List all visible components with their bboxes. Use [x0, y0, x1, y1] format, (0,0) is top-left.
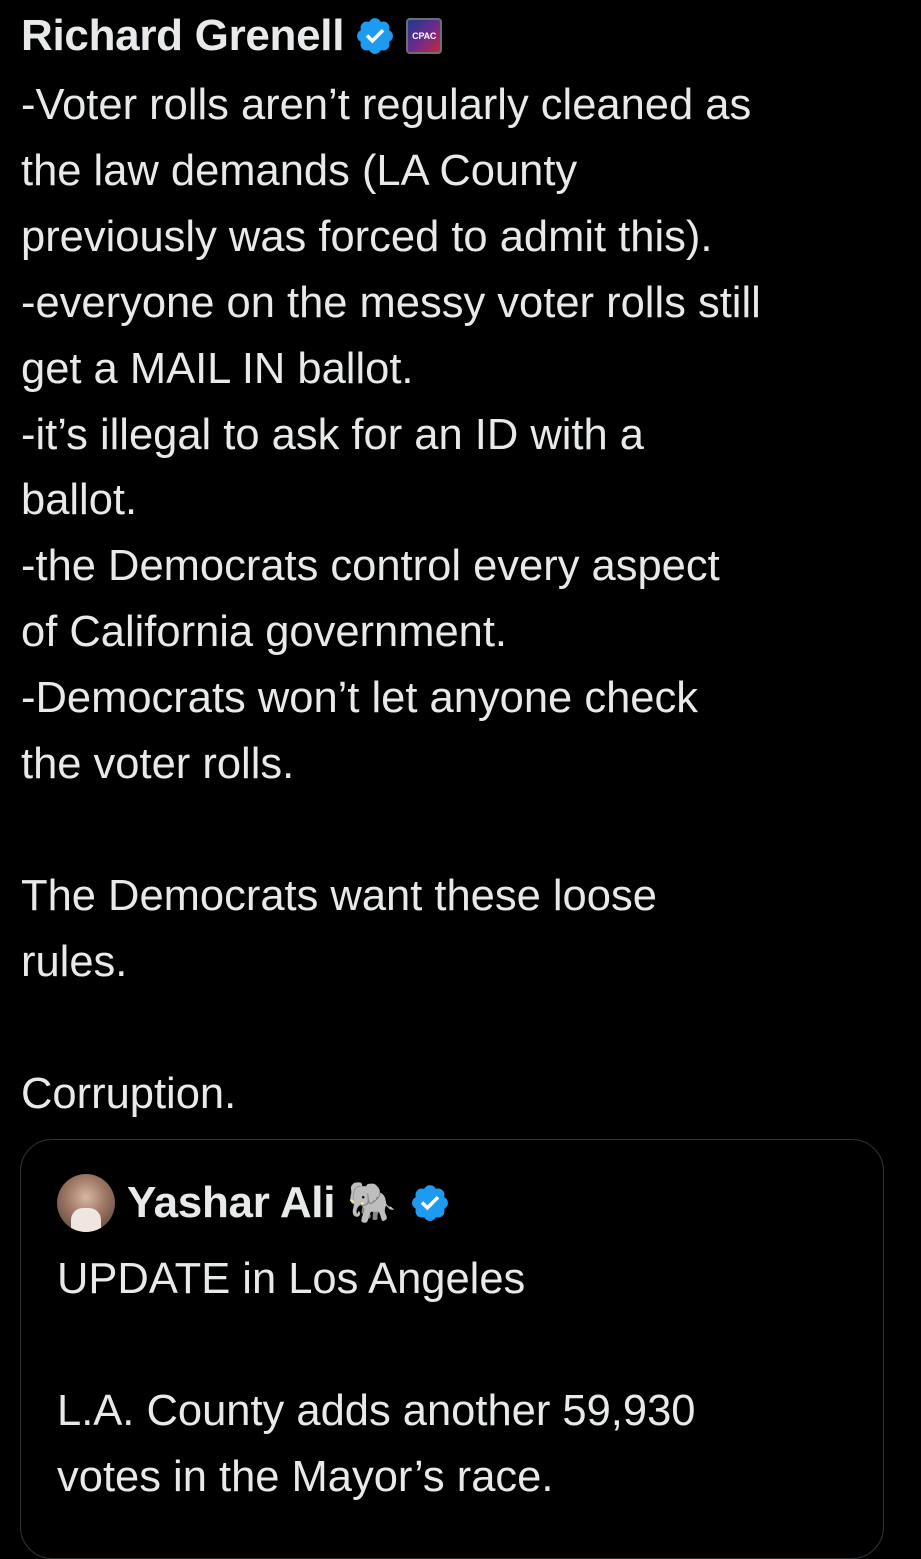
- quoted-line: votes in the Mayor’s race.: [57, 1453, 554, 1501]
- elephant-icon: 🐘: [347, 1181, 397, 1225]
- affiliation-badge-icon[interactable]: CPAC: [406, 18, 443, 54]
- quoted-tweet-text: UPDATE in Los Angeles L.A. County adds a…: [57, 1246, 695, 1510]
- tweet-line: of California government.: [21, 608, 507, 657]
- tweet: Richard Grenell CPAC -Voter rolls aren’t…: [21, 0, 901, 1127]
- tweet-line: -the Democrats control every aspect: [21, 542, 720, 591]
- tweet-line: -everyone on the messy voter rolls still: [21, 278, 761, 327]
- author-name[interactable]: Richard Grenell: [21, 11, 344, 61]
- quoted-author-name[interactable]: Yashar Ali: [127, 1178, 335, 1228]
- tweet-line: the law demands (LA County: [21, 146, 578, 195]
- tweet-line: -Voter rolls aren’t regularly cleaned as: [21, 81, 752, 129]
- tweet-line: The Democrats want these loose: [21, 871, 657, 920]
- verified-badge-icon: [412, 1185, 448, 1221]
- tweet-line: Corruption.: [21, 1069, 237, 1118]
- tweet-line: get a MAIL IN ballot.: [21, 344, 414, 393]
- tweet-line: rules.: [21, 937, 128, 986]
- affiliation-label: CPAC: [412, 31, 437, 41]
- tweet-line: ballot.: [21, 476, 138, 525]
- tweet-header: Richard Grenell CPAC: [21, 0, 901, 72]
- tweet-line: -Democrats won’t let anyone check: [21, 674, 698, 723]
- tweet-line: previously was forced to admit this).: [21, 212, 713, 261]
- quoted-tweet-card[interactable]: Yashar Ali 🐘 UPDATE in Los Angeles L.A. …: [20, 1139, 884, 1559]
- avatar[interactable]: [57, 1174, 115, 1232]
- quoted-line: UPDATE in Los Angeles: [57, 1255, 526, 1303]
- quoted-line: L.A. County adds another 59,930: [57, 1387, 696, 1435]
- verified-badge-icon: [357, 18, 394, 54]
- tweet-line: -it’s illegal to ask for an ID with a: [21, 410, 644, 459]
- tweet-text: -Voter rolls aren’t regularly cleaned as…: [21, 73, 901, 1127]
- quoted-tweet-header: Yashar Ali 🐘: [57, 1170, 451, 1236]
- tweet-line: the voter rolls.: [21, 740, 295, 789]
